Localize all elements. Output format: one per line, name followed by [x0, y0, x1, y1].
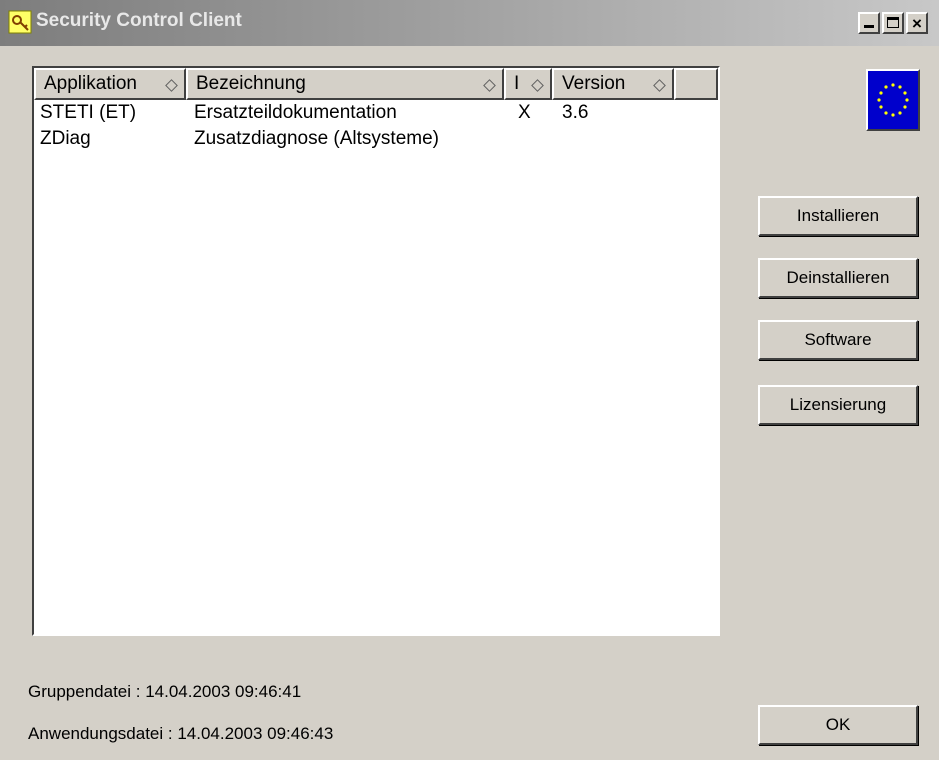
eu-flag-icon	[866, 69, 920, 131]
column-header-label: Applikation	[44, 73, 137, 94]
group-file-timestamp: Gruppendatei : 14.04.2003 09:46:41	[28, 682, 302, 701]
cell-applikation: STETI (ET)	[40, 102, 137, 123]
cell-i: X	[518, 102, 531, 123]
sort-icon	[483, 79, 496, 92]
close-button[interactable]: ×	[906, 12, 928, 34]
column-header-version[interactable]: Version	[552, 68, 674, 100]
column-header-i[interactable]: I	[504, 68, 552, 100]
ok-button[interactable]: OK	[758, 705, 918, 745]
table-row[interactable]: ZDiag Zusatzdiagnose (Altsysteme)	[34, 128, 718, 154]
close-icon: ×	[912, 14, 922, 33]
cell-bezeichnung: Ersatzteildokumentation	[194, 102, 397, 123]
software-button[interactable]: Software	[758, 320, 918, 360]
application-file-timestamp: Anwendungsdatei : 14.04.2003 09:46:43	[28, 724, 334, 743]
column-header-label: Version	[562, 73, 626, 94]
cell-version: 3.6	[562, 102, 589, 123]
column-header-label: I	[514, 73, 520, 94]
uninstall-button[interactable]: Deinstallieren	[758, 258, 918, 298]
sort-icon	[531, 79, 544, 92]
title-bar[interactable]: Security Control Client ×	[0, 0, 939, 46]
column-header-label: Bezeichnung	[196, 73, 306, 94]
sort-icon	[165, 79, 178, 92]
eu-stars-icon	[877, 83, 909, 117]
key-lock-icon[interactable]	[8, 10, 32, 34]
sort-icon	[653, 79, 666, 92]
column-header-applikation[interactable]: Applikation	[34, 68, 186, 100]
licensing-button[interactable]: Lizensierung	[758, 385, 918, 425]
column-header-bezeichnung[interactable]: Bezeichnung	[186, 68, 504, 100]
window-title: Security Control Client	[36, 10, 242, 31]
column-header-filler	[674, 68, 718, 100]
minimize-button[interactable]	[858, 12, 880, 34]
application-list[interactable]: Applikation Bezeichnung I Version STETI …	[32, 66, 720, 636]
security-control-client-window: Security Control Client × Applikation Be…	[0, 0, 939, 760]
minimize-icon	[864, 25, 874, 28]
cell-applikation: ZDiag	[40, 128, 91, 149]
install-button[interactable]: Installieren	[758, 196, 918, 236]
list-header: Applikation Bezeichnung I Version	[34, 68, 718, 100]
cell-bezeichnung: Zusatzdiagnose (Altsysteme)	[194, 128, 439, 149]
maximize-icon	[887, 17, 899, 28]
maximize-button[interactable]	[882, 12, 904, 34]
ok-button-label: OK	[825, 714, 851, 734]
table-row[interactable]: STETI (ET) Ersatzteildokumentation X 3.6	[34, 102, 718, 128]
